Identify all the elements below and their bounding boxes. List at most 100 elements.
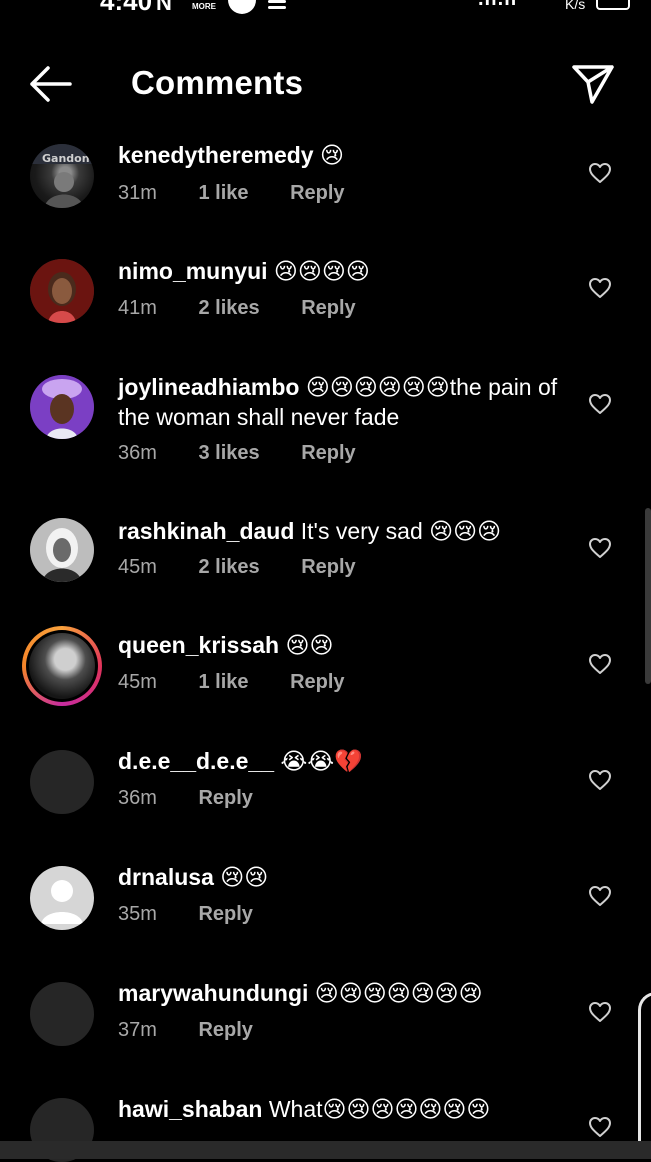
comment-likes[interactable]: 2 likes (198, 297, 259, 320)
heart-icon[interactable] (588, 162, 612, 184)
avatar[interactable] (30, 375, 94, 439)
sad-emoji-icon: 😢😢😢😢😢😢😢 (314, 980, 483, 1006)
edge-panel-handle[interactable] (638, 992, 651, 1155)
comment-meta: 45m 2 likes Reply (118, 556, 356, 579)
comment-likes[interactable]: 1 like (198, 182, 248, 205)
reply-button[interactable]: Reply (301, 297, 355, 320)
comment-item: joylineadhiambo 😢😢😢😢😢😢the pain of the wo… (0, 372, 651, 516)
sad-emoji-icon: 😢 (319, 142, 344, 168)
comment-time: 31m (118, 182, 157, 204)
comment-body: hawi_shaban What😢😢😢😢😢😢😢 (118, 1094, 558, 1124)
comment-meta: 31m 1 like Reply (118, 182, 345, 205)
svg-text:Gandon: Gandon (42, 152, 90, 165)
back-arrow-icon[interactable] (28, 64, 72, 104)
comment-item: d.e.e__d.e.e__ 😭😭💔 36m Reply (0, 746, 651, 862)
heart-icon[interactable] (588, 769, 612, 791)
reply-button[interactable]: Reply (301, 556, 355, 579)
comment-item: drnalusa 😢😢 35m Reply (0, 862, 651, 978)
notification-dot-icon (228, 0, 256, 14)
comment-item: rashkinah_daud It's very sad 😢😢😢 45m 2 l… (0, 516, 651, 632)
comment-body: joylineadhiambo 😢😢😢😢😢😢the pain of the wo… (118, 372, 558, 432)
default-avatar-icon[interactable] (30, 866, 94, 930)
comment-item: marywahundungi 😢😢😢😢😢😢😢 37m Reply (0, 978, 651, 1094)
status-time: 4:40 (100, 0, 153, 16)
comment-body: marywahundungi 😢😢😢😢😢😢😢 (118, 978, 558, 1008)
comment-text: What (268, 1096, 323, 1122)
heart-icon[interactable] (588, 1116, 612, 1138)
avatar[interactable] (30, 518, 94, 582)
comment-item: nimo_munyui 😢😢😢😢 41m 2 likes Reply (0, 256, 651, 372)
comment-time: 37m (118, 1019, 157, 1041)
avatar-photo-icon (30, 518, 94, 582)
reply-button[interactable]: Reply (301, 442, 355, 465)
reply-button[interactable]: Reply (290, 671, 344, 694)
comment-item: Gandon kenedytheremedy 😢 31m 1 like Repl… (0, 140, 651, 256)
comment-meta: 41m 2 likes Reply (118, 297, 356, 320)
heart-icon[interactable] (588, 1001, 612, 1023)
comment-body: d.e.e__d.e.e__ 😭😭💔 (118, 746, 558, 776)
avatar[interactable] (30, 750, 94, 814)
comment-meta: 35m Reply (118, 903, 253, 926)
avatar-photo-icon: Gandon (30, 144, 94, 208)
comment-username[interactable]: nimo_munyui (118, 258, 268, 284)
comment-time: 45m (118, 671, 157, 693)
reply-button[interactable]: Reply (290, 182, 344, 205)
comment-time: 36m (118, 442, 157, 464)
reply-button[interactable]: Reply (198, 903, 252, 926)
comment-body: kenedytheremedy 😢 (118, 140, 558, 170)
network-speed: K/s (565, 0, 586, 12)
comment-username[interactable]: marywahundungi (118, 980, 308, 1006)
comment-body: nimo_munyui 😢😢😢😢 (118, 256, 558, 286)
reply-button[interactable]: Reply (198, 1019, 252, 1042)
heart-icon[interactable] (588, 885, 612, 907)
battery-icon (596, 0, 630, 10)
comment-body: drnalusa 😢😢 (118, 862, 558, 892)
status-bar: 4:40 N MORE .ıl.ıl K/s (0, 0, 651, 20)
comment-time: 36m (118, 787, 157, 809)
scrollbar-thumb[interactable] (645, 508, 651, 684)
sad-emoji-icon: 😢😢😢 (429, 518, 502, 544)
comment-username[interactable]: rashkinah_daud (118, 518, 294, 544)
comment-meta: 36m Reply (118, 787, 253, 810)
crying-emoji-icon: 😭😭💔 (280, 748, 363, 774)
avatar[interactable] (30, 982, 94, 1046)
send-icon[interactable] (570, 62, 616, 106)
sad-emoji-icon: 😢😢 (285, 632, 334, 658)
comment-username[interactable]: kenedytheremedy (118, 142, 314, 168)
comment-time: 45m (118, 556, 157, 578)
comment-item: queen_krissah 😢😢 45m 1 like Reply (0, 626, 651, 746)
heart-icon[interactable] (588, 277, 612, 299)
heart-icon[interactable] (588, 393, 612, 415)
comment-body: rashkinah_daud It's very sad 😢😢😢 (118, 516, 558, 546)
status-more-label: MORE (192, 2, 216, 11)
avatar-photo-icon (30, 259, 94, 323)
menu-lines-icon (268, 0, 286, 12)
comment-username[interactable]: queen_krissah (118, 632, 279, 658)
comment-time: 41m (118, 297, 157, 319)
reply-button[interactable]: Reply (198, 787, 252, 810)
comment-likes[interactable]: 1 like (198, 671, 248, 694)
comment-likes[interactable]: 3 likes (198, 442, 259, 465)
comment-meta: 45m 1 like Reply (118, 671, 345, 694)
comment-username[interactable]: drnalusa (118, 864, 214, 890)
comment-time: 35m (118, 903, 157, 925)
sad-emoji-icon: 😢😢 (220, 864, 269, 890)
comment-likes[interactable]: 2 likes (198, 556, 259, 579)
avatar-story-ring[interactable] (22, 626, 102, 706)
header: Comments (0, 50, 651, 120)
heart-icon[interactable] (588, 537, 612, 559)
comment-username[interactable]: hawi_shaban (118, 1096, 262, 1122)
avatar[interactable] (30, 259, 94, 323)
sad-emoji-icon: 😢😢😢😢 (273, 258, 370, 284)
sad-emoji-icon: 😢😢😢😢😢😢😢 (322, 1096, 491, 1122)
sad-emoji-icon: 😢😢😢😢😢😢 (305, 374, 450, 400)
heart-icon[interactable] (588, 653, 612, 675)
comment-username[interactable]: joylineadhiambo (118, 374, 299, 400)
comment-meta: 37m Reply (118, 1019, 253, 1042)
comment-username[interactable]: d.e.e__d.e.e__ (118, 748, 274, 774)
avatar-photo-icon (30, 375, 94, 439)
page-title: Comments (131, 64, 304, 101)
avatar[interactable]: Gandon (30, 144, 94, 208)
signal-icon: .ıl.ıl (478, 0, 517, 11)
netflix-icon: N (156, 0, 172, 15)
